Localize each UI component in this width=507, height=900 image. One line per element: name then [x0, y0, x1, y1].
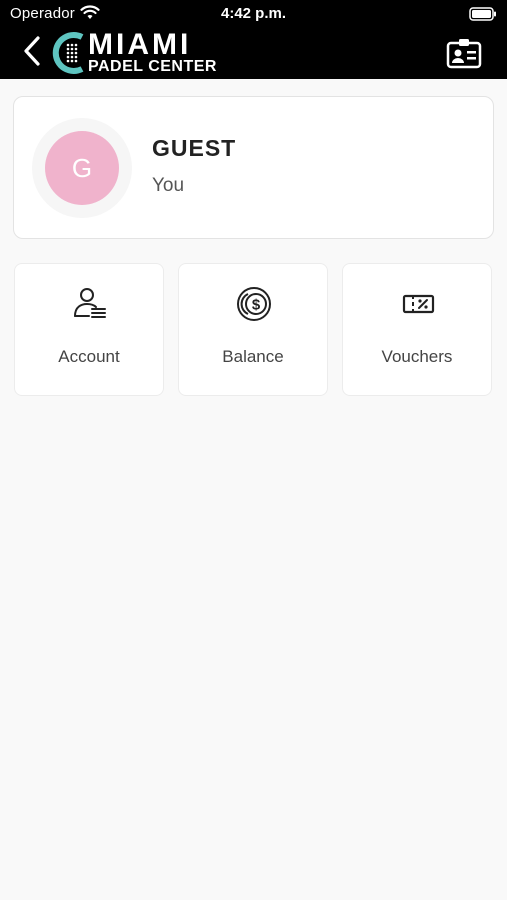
profile-subtitle: You — [152, 175, 185, 196]
status-time: 4:42 p.m. — [220, 5, 287, 22]
vouchers-label: Vouchers — [381, 347, 453, 366]
logo-emblem-icon — [52, 32, 84, 74]
svg-text:$: $ — [252, 297, 261, 314]
back-button[interactable] — [20, 34, 46, 68]
account-tile[interactable]: Account — [14, 263, 164, 396]
account-label: Account — [58, 347, 120, 366]
balance-tile[interactable]: $ Balance — [178, 263, 328, 396]
profile-card: G GUEST You — [13, 96, 494, 239]
profile-name: GUEST — [152, 135, 237, 161]
logo-subtitle: PADEL CENTER — [88, 58, 217, 75]
logo-wordmark: MIAMI — [88, 28, 192, 61]
balance-label: Balance — [222, 347, 284, 366]
dollar-coin-icon: $ — [237, 287, 271, 321]
voucher-percent-icon — [402, 294, 435, 314]
id-card-button[interactable] — [446, 37, 482, 69]
user-list-icon — [74, 288, 106, 318]
brand-logo: MIAMI PADEL CENTER — [52, 28, 222, 78]
app-header: Operador 4:42 p.m. MIAMI PADEL CENTER — [0, 0, 507, 79]
battery-icon — [469, 7, 496, 21]
status-bar: Operador 4:42 p.m. — [0, 0, 507, 28]
avatar-ring: G — [32, 118, 132, 218]
vouchers-tile[interactable]: Vouchers — [342, 263, 492, 396]
avatar: G — [45, 131, 119, 205]
